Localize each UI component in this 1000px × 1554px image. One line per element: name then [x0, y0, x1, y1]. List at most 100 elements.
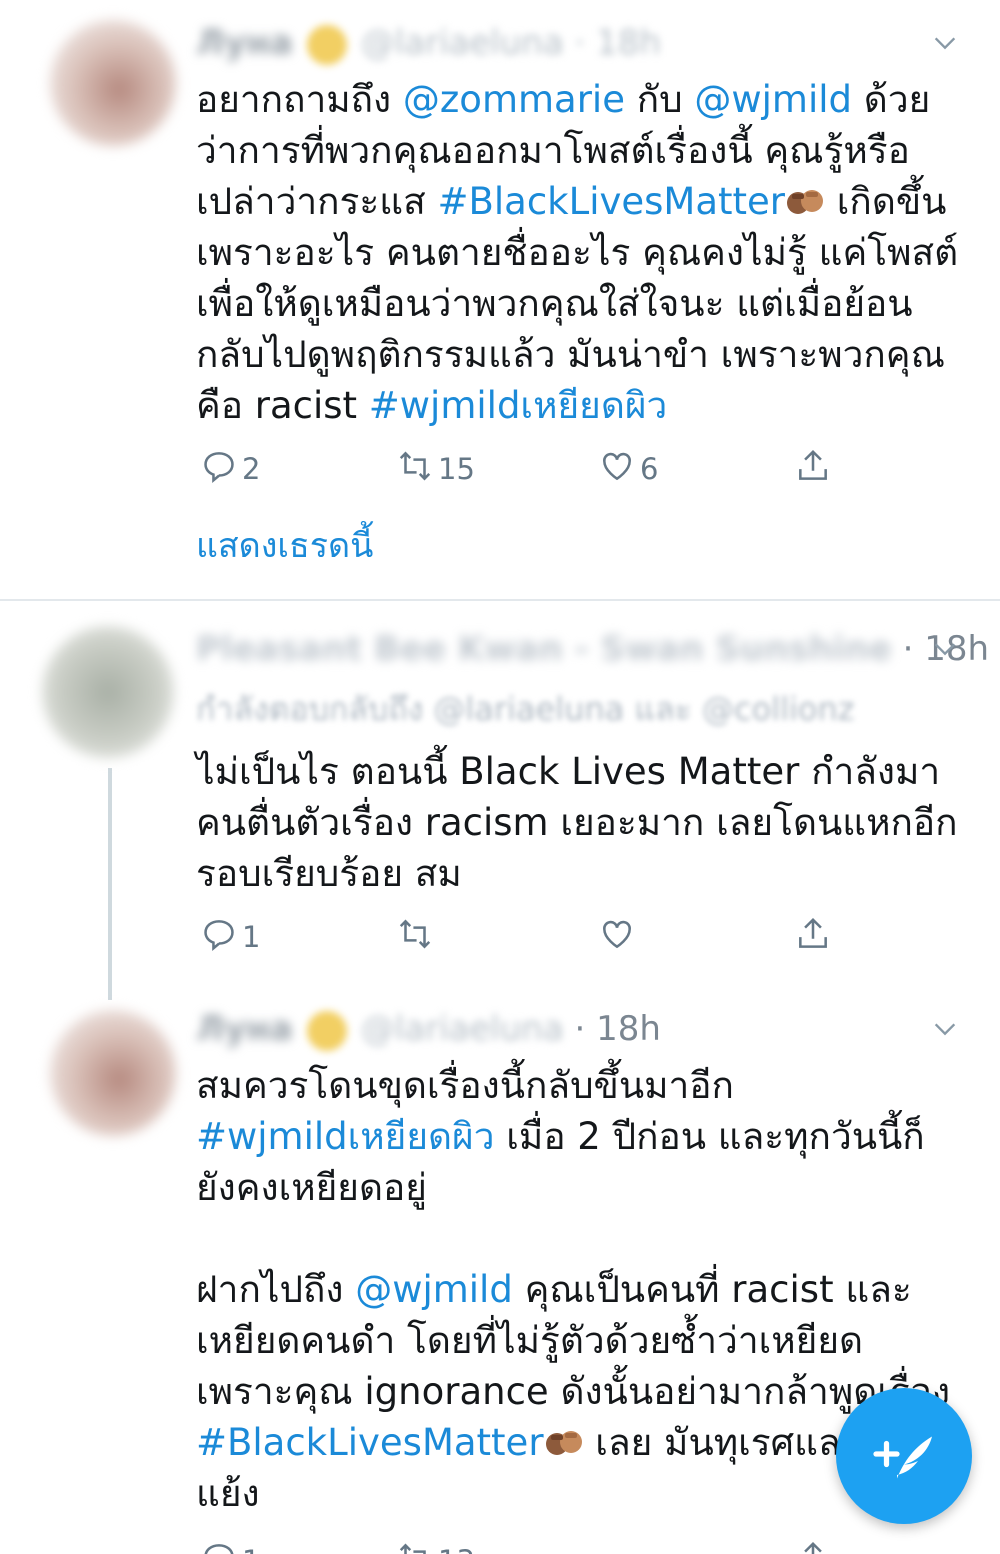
text-segment: ว่าการที่พวกคุณออกมาโพสต์เรื่องนี้ คุณรู… [196, 129, 910, 172]
text-segment: สมควรโดนขุดเรื่องนี้กลับขึ้นมาอีก [196, 1064, 734, 1107]
author-handle[interactable]: @lariaeluna [361, 1009, 564, 1049]
reply-button[interactable]: 1 [196, 1536, 260, 1554]
timestamp[interactable]: · 18h [575, 1009, 661, 1049]
tweet-text-line: #wjmildเหยียดผิว เมื่อ 2 ปีก่อน และทุกวั… [196, 1111, 966, 1162]
text-segment: คุณเป็นคนที่ racist และ [512, 1268, 912, 1311]
author-name[interactable]: Pleasant Bee Kwan - Swan Sunshine [196, 629, 892, 669]
text-segment: ยังคงเหยียดอยู่ [196, 1166, 427, 1209]
replying-to[interactable]: กำลังตอบกลับถึง @lariaeluna และ @collion… [196, 684, 855, 734]
retweet-count: 15 [438, 452, 475, 486]
compose-tweet-button[interactable] [836, 1388, 972, 1524]
like-button[interactable] [594, 912, 640, 962]
tweet-header: Pleasant Bee Kwan - Swan Sunshine · 18h [196, 624, 989, 674]
text-segment: เมื่อ 2 ปีก่อน และทุกวันนี้ก็ [494, 1115, 925, 1158]
tweet-text-line [196, 1213, 966, 1264]
share-icon [794, 1539, 832, 1554]
tweet-text-line: สมควรโดนขุดเรื่องนี้กลับขึ้นมาอีก [196, 1060, 966, 1111]
sunglasses-emoji-icon [306, 24, 347, 65]
tweet-text-line: คือ racist #wjmildเหยียดผิว [196, 380, 966, 431]
retweet-icon [396, 447, 434, 492]
tweet-text-line: ยังคงเหยียดอยู่ [196, 1162, 966, 1213]
retweet-icon [396, 915, 434, 960]
text-segment: กับ [624, 78, 695, 121]
compose-tweet-icon [869, 1419, 939, 1493]
tweet-text: ไม่เป็นไร ตอนนี้ Black Lives Matter กำลั… [196, 746, 966, 899]
share-icon [794, 915, 832, 960]
text-segment: เกิดขึ้น [825, 180, 947, 223]
mention-link[interactable]: @zommarie [403, 78, 625, 121]
chevron-down-icon[interactable] [930, 634, 960, 664]
reply-icon [200, 1539, 238, 1554]
share-button[interactable] [790, 912, 832, 962]
mention-link[interactable]: @wjmild [355, 1268, 513, 1311]
tweet-text-line: อยากถามถึง @zommarie กับ @wjmild ด้วย [196, 74, 966, 125]
hashtag-link[interactable]: #wjmildเหยียดผิว [196, 1115, 495, 1158]
text-segment: เปล่าว่ากระแส [196, 180, 438, 223]
reply-count: 1 [242, 920, 261, 954]
like-count: 6 [640, 452, 659, 486]
tweet-actions: 2 15 6 [196, 444, 846, 494]
reply-button[interactable]: 1 [196, 912, 260, 962]
text-segment: แย้ง [196, 1472, 260, 1515]
mention-link[interactable]: @wjmild [694, 78, 852, 121]
show-thread-link[interactable]: แสดงเธรดนี้ [196, 518, 373, 572]
tweet-text-line: ฝากไปถึง @wjmild คุณเป็นคนที่ racist และ [196, 1264, 966, 1315]
reply-button[interactable]: 2 [196, 444, 260, 494]
retweet-icon [396, 1539, 434, 1554]
text-segment: ฝากไปถึง [196, 1268, 356, 1311]
author-name[interactable]: Луна [196, 23, 293, 63]
tweet-1[interactable]: Луна @lariaeluna · 18h อยากถามถึง @zommar… [0, 0, 1000, 600]
text-segment: คือ racist [196, 384, 369, 427]
text-segment: เพราะคุณ ignorance ดังนั้นอย่ามากล้าพูดเ… [196, 1370, 951, 1413]
tweet-header: Луна @lariaeluna · 18h [196, 18, 661, 68]
avatar[interactable] [50, 20, 176, 146]
tweet-text-line: เพราะคุณ ignorance ดังนั้นอย่ามากล้าพูดเ… [196, 1366, 966, 1417]
sunglasses-emoji-icon [306, 1010, 347, 1051]
author-handle[interactable]: @lariaeluna [361, 23, 564, 63]
tweet-text-line: ว่าการที่พวกคุณออกมาโพสต์เรื่องนี้ คุณรู… [196, 125, 966, 176]
text-segment: อยากถามถึง [196, 78, 403, 121]
text-segment: ไม่เป็นไร ตอนนี้ Black Lives Matter กำลั… [196, 750, 941, 793]
tweet-2[interactable]: Pleasant Bee Kwan - Swan Sunshine · 18h … [0, 600, 1000, 1000]
tweet-text-line: เพื่อให้ดูเหมือนว่าพวกคุณใส่ใจนะ แต่เมื่… [196, 278, 966, 329]
share-button[interactable] [790, 1536, 832, 1554]
reply-icon [200, 447, 238, 492]
retweet-button[interactable] [392, 912, 438, 962]
tweet-text-line: คนตื่นตัวเรื่อง racism เยอะมาก เลยโดนแหก… [196, 797, 966, 848]
heart-icon [598, 447, 636, 492]
hashtag-link[interactable]: #wjmildเหยียดผิว [369, 384, 668, 427]
avatar[interactable] [42, 626, 174, 758]
hashtag-link[interactable]: #BlackLivesMatter [196, 1421, 544, 1464]
tweet-actions: 1 [196, 912, 846, 962]
text-segment: กลับไปดูพฤติกรรมแล้ว มันน่าขำ เพราะพวกคุ… [196, 333, 945, 376]
heart-icon [598, 915, 636, 960]
tweet-text-line: เปล่าว่ากระแส #BlackLivesMatter เกิดขึ้น [196, 176, 966, 227]
reply-count: 1 [242, 1544, 260, 1554]
text-segment: ด้วย [852, 78, 931, 121]
chevron-down-icon[interactable] [930, 1014, 960, 1044]
author-name[interactable]: Луна [196, 1009, 293, 1049]
share-icon [794, 447, 832, 492]
tweet-text-line: เพราะอะไร คนตายชื่ออะไร คุณคงไม่รู้ แค่โ… [196, 227, 966, 278]
raised-fists-emoji-icon [785, 180, 825, 214]
timestamp[interactable]: · 18h [575, 23, 661, 63]
raised-fists-emoji-icon [544, 1421, 584, 1455]
tweet-text-line: กลับไปดูพฤติกรรมแล้ว มันน่าขำ เพราะพวกคุ… [196, 329, 966, 380]
retweet-button[interactable]: 13 [392, 1536, 475, 1554]
retweet-button[interactable]: 15 [392, 444, 475, 494]
text-segment: คนตื่นตัวเรื่อง racism เยอะมาก เลยโดนแหก… [196, 801, 958, 844]
text-segment: เพื่อให้ดูเหมือนว่าพวกคุณใส่ใจนะ แต่เมื่… [196, 282, 913, 325]
tweet-text-line: ไม่เป็นไร ตอนนี้ Black Lives Matter กำลั… [196, 746, 966, 797]
tweet-actions: 1 13 [196, 1528, 846, 1554]
hashtag-link[interactable]: #BlackLivesMatter [437, 180, 785, 223]
tweet-text-line: รอบเรียบร้อย สม [196, 848, 966, 899]
text-segment: เลย มันทุเรศและ [583, 1421, 861, 1464]
chevron-down-icon[interactable] [930, 28, 960, 58]
like-button[interactable]: 6 [594, 444, 658, 494]
reply-count: 2 [242, 452, 261, 486]
avatar[interactable] [50, 1010, 176, 1136]
reply-icon [200, 915, 238, 960]
tweet-text-line: เหยียดคนดำ โดยที่ไม่รู้ตัวด้วยซ้ำว่าเหยี… [196, 1315, 966, 1366]
share-button[interactable] [790, 444, 832, 494]
text-segment: เหยียดคนดำ โดยที่ไม่รู้ตัวด้วยซ้ำว่าเหยี… [196, 1319, 864, 1362]
